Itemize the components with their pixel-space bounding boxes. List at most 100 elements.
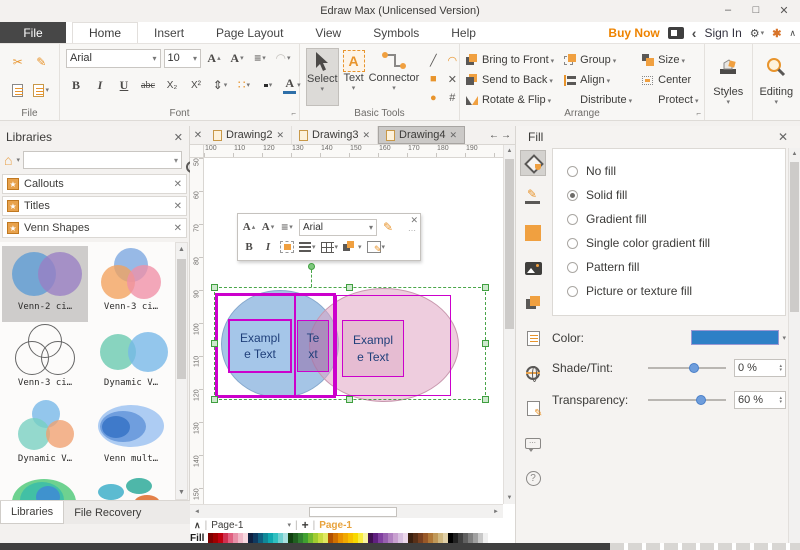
line-spacing-icon[interactable]: ⇕▾: [210, 75, 230, 95]
font-color-icon[interactable]: A▾: [282, 75, 302, 95]
arrange-button[interactable]: Protect: [642, 90, 698, 109]
shape-item[interactable]: Venn mult…: [2, 474, 88, 500]
quick-color-pane-icon[interactable]: [520, 220, 546, 246]
document-tab[interactable]: Drawing2 ✕: [206, 126, 292, 144]
connector-tool-button[interactable]: Connector▾: [369, 48, 420, 106]
maximize-button[interactable]: □: [742, 0, 770, 20]
minimize-button[interactable]: –: [714, 0, 742, 20]
qat-icon[interactable]: [158, 4, 174, 19]
scroll-down-icon[interactable]: ▼: [176, 486, 187, 499]
arrange-button[interactable]: Send to Back: [466, 70, 554, 89]
page-name[interactable]: Page-1: [211, 520, 243, 531]
transparency-slider[interactable]: [648, 393, 726, 407]
radio-button[interactable]: [567, 286, 578, 297]
scroll-left-icon[interactable]: ◄: [190, 509, 204, 515]
tab-close-icon[interactable]: ✕: [276, 130, 284, 141]
picture-pane-icon[interactable]: [520, 255, 546, 281]
menu-tab[interactable]: Insert: [138, 22, 200, 43]
color-picker[interactable]: ▾: [691, 330, 786, 345]
font-family-select[interactable]: Arial▾: [66, 49, 161, 68]
arrange-button[interactable]: Align: [564, 70, 632, 89]
scrollbar-thumb[interactable]: [505, 159, 514, 329]
qat-icon[interactable]: [4, 4, 20, 19]
libraries-close-icon[interactable]: ✕: [174, 131, 183, 144]
paste-icon[interactable]: ▾: [29, 80, 53, 100]
arrange-button[interactable]: Size: [642, 50, 698, 69]
copy-icon[interactable]: [6, 80, 29, 100]
scroll-down-icon[interactable]: ▼: [504, 492, 515, 504]
selection-handle[interactable]: [211, 396, 218, 403]
strikethrough-icon[interactable]: abc: [138, 75, 158, 95]
library-section-bar[interactable]: ★ Titles ✕: [2, 196, 187, 216]
mini-align-icon[interactable]: ≡▾: [280, 217, 294, 237]
mini-style-icon[interactable]: ▾: [367, 241, 386, 253]
library-close-icon[interactable]: ✕: [174, 223, 182, 234]
font-size-select[interactable]: 10▾: [164, 49, 201, 68]
shape-item[interactable]: Venn mult…: [88, 398, 174, 474]
palette-color-swatch[interactable]: [483, 533, 488, 543]
scroll-up-icon[interactable]: ▲: [504, 145, 515, 157]
panel-tab[interactable]: File Recovery: [64, 501, 151, 524]
radio-button[interactable]: [567, 262, 578, 273]
selection-handle[interactable]: [346, 396, 353, 403]
library-section-bar[interactable]: ★ Callouts ✕: [2, 174, 187, 194]
selection-handle[interactable]: [482, 340, 489, 347]
tab-scroll-right-icon[interactable]: →: [501, 130, 511, 141]
menu-tab[interactable]: View: [299, 22, 357, 43]
shape-item[interactable]: Venn-3 ci…: [88, 246, 174, 322]
tab-close-icon[interactable]: ✕: [362, 130, 370, 141]
shape-item[interactable]: Dynamic V…: [2, 398, 88, 474]
fill-option[interactable]: Pattern fill: [567, 255, 771, 279]
arrange-button[interactable]: Group: [564, 50, 632, 69]
library-close-icon[interactable]: ✕: [174, 201, 182, 212]
editing-icon[interactable]: [764, 50, 788, 83]
menu-tab[interactable]: Symbols: [357, 22, 435, 43]
arrange-button[interactable]: Center: [642, 70, 698, 89]
settings-gear-icon[interactable]: ⚙▾: [750, 27, 764, 40]
fill-option[interactable]: No fill: [567, 159, 771, 183]
note-pane-icon[interactable]: [520, 325, 546, 351]
arc-tool-icon[interactable]: ◠: [444, 52, 460, 68]
community-icon[interactable]: ✱: [772, 27, 781, 40]
document-tab[interactable]: Drawing4 ✕: [378, 126, 465, 144]
comment-pane-icon[interactable]: ⋯: [520, 430, 546, 456]
arrange-button[interactable]: Bring to Front: [466, 50, 554, 69]
radio-button[interactable]: [567, 214, 578, 225]
shape-item[interactable]: Venn-3 ci…: [2, 322, 88, 398]
italic-icon[interactable]: I: [90, 75, 110, 95]
menu-tab[interactable]: Help: [435, 22, 492, 43]
library-close-icon[interactable]: ✕: [174, 179, 182, 190]
scroll-right-icon[interactable]: ►: [489, 509, 503, 515]
canvas-horizontal-scrollbar[interactable]: ◄ ►: [190, 504, 503, 518]
canvas-vertical-scrollbar[interactable]: ▲ ▼: [503, 145, 515, 504]
mini-align-shapes-icon[interactable]: ▾: [299, 242, 316, 252]
delete-tool-icon[interactable]: ✕: [444, 71, 460, 87]
fill-panel-close-icon[interactable]: ✕: [778, 130, 788, 144]
line-style-pane-icon[interactable]: [520, 185, 546, 211]
selection-handle[interactable]: [211, 340, 218, 347]
mini-format-painter-icon[interactable]: ✎: [382, 217, 394, 237]
sign-in-button[interactable]: Sign In: [704, 26, 741, 40]
subscript-icon[interactable]: X₂: [162, 75, 182, 95]
document-tab[interactable]: Drawing3 ✕: [292, 126, 378, 144]
highlight-icon[interactable]: ▾: [258, 75, 278, 95]
scroll-up-icon[interactable]: ▲: [789, 148, 800, 160]
text-align-icon[interactable]: ≡▾: [250, 48, 270, 68]
tab-scroll-left-icon[interactable]: ←: [489, 130, 499, 141]
arc-text-icon[interactable]: ◠▾: [273, 48, 293, 68]
mini-bold-icon[interactable]: B: [242, 237, 256, 257]
fill-option[interactable]: Gradient fill: [567, 207, 771, 231]
qat-icon[interactable]: [70, 4, 86, 19]
menu-tab[interactable]: Page Layout: [200, 22, 299, 43]
home-icon[interactable]: ⌂: [4, 152, 12, 168]
increase-font-icon[interactable]: A▴: [204, 48, 224, 68]
radio-button[interactable]: [567, 190, 578, 201]
underline-icon[interactable]: U: [114, 75, 134, 95]
qat-icon[interactable]: [136, 4, 152, 19]
panel-tab[interactable]: Libraries: [0, 501, 64, 524]
scrollbar-thumb[interactable]: [790, 162, 799, 312]
scrollbar-thumb[interactable]: [177, 259, 186, 379]
shape-item[interactable]: Venn-2 ci…: [2, 246, 88, 322]
bullets-icon[interactable]: ∷▾: [234, 75, 254, 95]
rectangle-tool-icon[interactable]: ■: [425, 71, 441, 87]
